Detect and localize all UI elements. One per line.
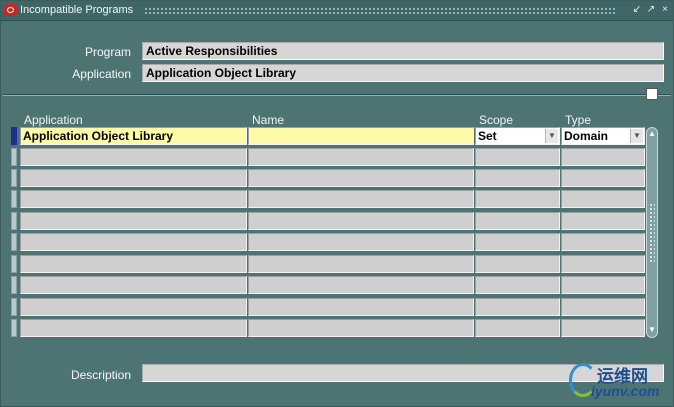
row-indicator[interactable] — [11, 233, 17, 251]
scrollbar-thumb[interactable] — [649, 203, 655, 263]
column-header-application: Application — [24, 113, 83, 127]
application-cell[interactable] — [20, 169, 247, 187]
title-bar[interactable]: Incompatible Programs ↙ ↗ × — [1, 1, 673, 21]
row-indicator[interactable] — [11, 169, 17, 187]
type-select[interactable] — [561, 276, 645, 294]
name-cell[interactable] — [248, 127, 474, 145]
maximize-button[interactable]: ↗ — [645, 4, 657, 16]
incompatible-programs-window: Incompatible Programs ↙ ↗ × Program Acti… — [0, 0, 674, 407]
table-row — [11, 189, 651, 209]
chevron-down-icon[interactable]: ▼ — [545, 129, 558, 143]
triangle-up-icon[interactable]: ▲ — [648, 130, 656, 138]
name-cell[interactable] — [248, 298, 474, 316]
application-field[interactable]: Application Object Library — [142, 64, 664, 82]
row-indicator[interactable] — [11, 212, 17, 230]
name-cell[interactable] — [248, 276, 474, 294]
application-cell[interactable] — [20, 298, 247, 316]
application-cell[interactable] — [20, 276, 247, 294]
application-cell[interactable] — [20, 212, 247, 230]
window-title: Incompatible Programs — [20, 4, 134, 16]
table-row — [11, 211, 651, 231]
description-label: Description — [70, 368, 131, 382]
row-indicator[interactable] — [11, 276, 17, 294]
name-cell[interactable] — [248, 233, 474, 251]
scope-select[interactable] — [475, 212, 560, 230]
type-select[interactable] — [561, 212, 645, 230]
type-select[interactable] — [561, 148, 645, 166]
row-indicator[interactable] — [11, 190, 17, 208]
application-label: Application — [72, 67, 131, 81]
name-cell[interactable] — [248, 148, 474, 166]
application-cell[interactable]: Application Object Library — [20, 127, 247, 145]
table-row: Application Object Library Set ▼ Domain ▼ — [11, 126, 651, 146]
row-indicator[interactable] — [11, 319, 17, 337]
program-field[interactable]: Active Responsibilities — [142, 42, 664, 60]
scope-select[interactable] — [475, 190, 560, 208]
column-header-name: Name — [252, 113, 285, 127]
name-cell[interactable] — [248, 169, 474, 187]
column-header-type: Type — [565, 113, 592, 127]
application-cell[interactable] — [20, 190, 247, 208]
row-indicator[interactable] — [11, 255, 17, 273]
current-row-indicator[interactable] — [11, 127, 17, 145]
scope-select[interactable] — [475, 319, 560, 337]
application-cell[interactable] — [20, 148, 247, 166]
vertical-scrollbar[interactable]: ▲ ▼ — [646, 127, 658, 338]
scope-select[interactable] — [475, 169, 560, 187]
close-button[interactable]: × — [659, 4, 671, 16]
table-row — [11, 254, 651, 274]
scope-value: Set — [478, 129, 497, 143]
table-row — [11, 297, 651, 317]
type-select[interactable] — [561, 298, 645, 316]
scope-select[interactable] — [475, 276, 560, 294]
type-select[interactable] — [561, 169, 645, 187]
application-cell[interactable] — [20, 255, 247, 273]
section-divider-highlight — [3, 95, 671, 96]
single-record-button[interactable] — [646, 88, 658, 100]
watermark-url: iyunv.com — [591, 383, 660, 399]
table-row — [11, 232, 651, 252]
scope-select[interactable] — [475, 148, 560, 166]
triangle-down-icon[interactable]: ▼ — [648, 326, 656, 334]
type-select[interactable] — [561, 233, 645, 251]
type-select[interactable] — [561, 319, 645, 337]
table-row — [11, 275, 651, 295]
application-cell[interactable] — [20, 233, 247, 251]
row-indicator[interactable] — [11, 148, 17, 166]
type-select[interactable] — [561, 255, 645, 273]
table-row — [11, 318, 651, 338]
table-row — [11, 168, 651, 188]
scope-select[interactable] — [475, 298, 560, 316]
oracle-logo-icon — [4, 4, 17, 16]
scope-select[interactable]: Set ▼ — [475, 127, 560, 145]
name-cell[interactable] — [248, 212, 474, 230]
row-indicator[interactable] — [11, 298, 17, 316]
title-bar-drag-area[interactable] — [144, 7, 617, 14]
scope-select[interactable] — [475, 233, 560, 251]
scope-select[interactable] — [475, 255, 560, 273]
minimize-button[interactable]: ↙ — [631, 4, 643, 16]
type-value: Domain — [564, 129, 609, 143]
type-select[interactable]: Domain ▼ — [561, 127, 645, 145]
chevron-down-icon[interactable]: ▼ — [630, 129, 643, 143]
name-cell[interactable] — [248, 255, 474, 273]
table-row — [11, 147, 651, 167]
program-label: Program — [84, 45, 131, 59]
name-cell[interactable] — [248, 319, 474, 337]
column-header-scope: Scope — [479, 113, 514, 127]
type-select[interactable] — [561, 190, 645, 208]
name-cell[interactable] — [248, 190, 474, 208]
application-cell[interactable] — [20, 319, 247, 337]
site-watermark: 运维网 iyunv.com — [567, 359, 673, 405]
